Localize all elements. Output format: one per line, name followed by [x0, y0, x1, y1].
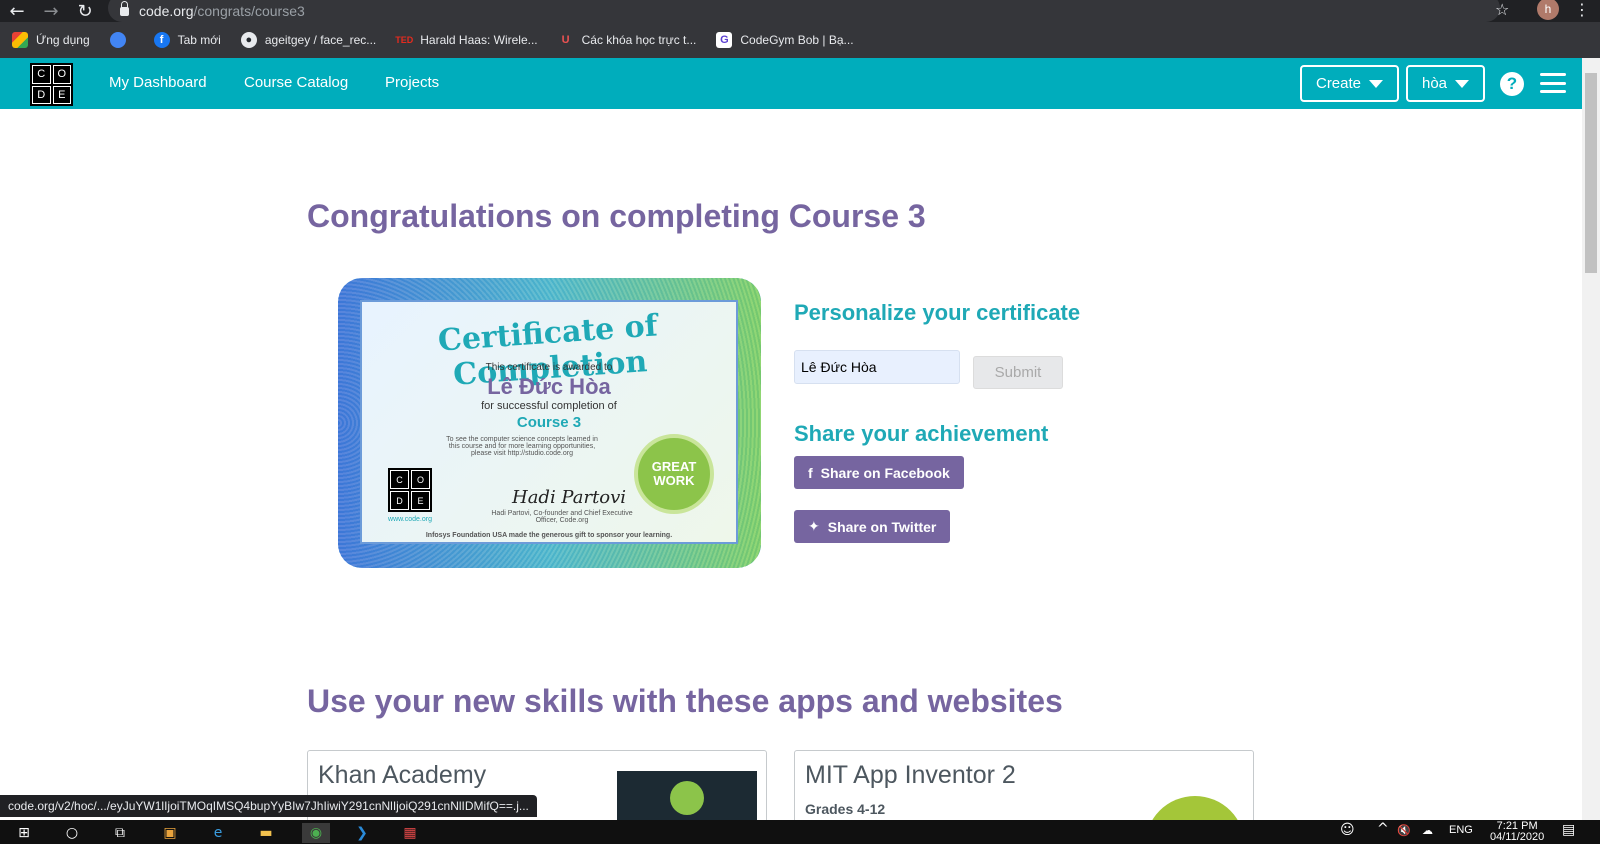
browser-menu-icon[interactable]: ⋮ [1574, 0, 1590, 19]
app-card-khan-academy[interactable]: Khan Academy [307, 750, 767, 830]
bookmark-ted[interactable]: TED Harald Haas: Wirele... [395, 32, 537, 48]
nav-course-catalog[interactable]: Course Catalog [244, 74, 348, 91]
submit-button[interactable]: Submit [973, 356, 1063, 389]
great-work-badge: GREAT WORK [634, 434, 714, 514]
user-dropdown-button[interactable]: hòa [1406, 65, 1485, 102]
chevron-up-icon[interactable]: ^ [1377, 821, 1389, 837]
apps-heading: Use your new skills with these apps and … [307, 683, 1063, 719]
search-icon[interactable]: ○ [62, 823, 82, 843]
udemy-icon: U [561, 34, 570, 46]
browser-toolbar: ← → ↻ code.org/congrats/course3 ☆ h ⋮ [0, 0, 1600, 22]
windows-taskbar: ⊞ ○ ⧉ ▣ e ▬ ◉ ❯ ▦ ☺ ^ 🔇 ☁ ENG 7:21 PM 04… [0, 820, 1600, 844]
create-dropdown-button[interactable]: Create [1300, 65, 1399, 102]
link-status-bar: code.org/v2/hoc/.../eyJuYW1lIjoiTMOqIMSQ… [0, 795, 537, 817]
volume-muted-icon[interactable]: 🔇 [1397, 824, 1411, 837]
page-scrollbar[interactable] [1582, 58, 1600, 820]
certificate-signer: Hadi Partovi, Co-founder and Chief Execu… [491, 510, 633, 524]
github-icon: ● [240, 32, 257, 48]
certificate-image: Certificate of Completion This certifica… [338, 278, 761, 568]
bookmark-apps[interactable]: Ứng dụng [12, 32, 90, 48]
bookmark-web-store[interactable] [109, 32, 134, 48]
certificate-info-text: To see the computer science concepts lea… [446, 436, 598, 457]
clock[interactable]: 7:21 PM 04/11/2020 [1490, 821, 1544, 843]
nav-my-dashboard[interactable]: My Dashboard [109, 74, 207, 91]
store-icon[interactable]: ▣ [160, 823, 180, 843]
certificate-sponsor: Infosys Foundation USA made the generous… [425, 532, 673, 539]
bookmark-tab-moi[interactable]: f Tab mới [153, 32, 221, 48]
bookmarks-bar: Ứng dụng f Tab mới ● ageitgey / face_rec… [0, 22, 1600, 58]
forward-arrow-icon[interactable]: → [34, 0, 68, 22]
ted-icon: TED [395, 35, 414, 45]
url-text: code.org/congrats/course3 [139, 3, 305, 19]
file-explorer-icon[interactable]: ▬ [256, 823, 276, 843]
facebook-icon: f [808, 464, 813, 481]
share-heading: Share your achievement [794, 421, 1049, 446]
hamburger-menu-icon[interactable] [1540, 73, 1566, 93]
facebook-icon: f [153, 32, 170, 48]
lock-icon [120, 0, 129, 16]
onedrive-icon[interactable]: ☁ [1422, 824, 1433, 837]
language-indicator[interactable]: ENG [1449, 824, 1473, 836]
notifications-icon[interactable]: ▤ [1562, 822, 1575, 838]
share-twitter-button[interactable]: ✦ Share on Twitter [794, 510, 951, 543]
certificate-awarded-text: This certificate is awarded to [485, 362, 613, 373]
site-header: C O D E My Dashboard Course Catalog Proj… [0, 58, 1582, 109]
bookmark-github[interactable]: ● ageitgey / face_rec... [240, 32, 376, 48]
app-card-mit-app-inventor[interactable]: MIT App Inventor 2 Grades 4-12 [794, 750, 1254, 830]
certificate-body: Certificate of Completion This certifica… [360, 300, 738, 544]
scrollbar-thumb[interactable] [1585, 73, 1597, 273]
apps-grid-icon [12, 32, 28, 48]
caret-down-icon [1369, 79, 1384, 88]
bookmark-udemy[interactable]: U Các khóa học trực t... [558, 32, 697, 48]
certificate-website: www.code.org [388, 516, 432, 523]
people-icon[interactable]: ☺ [1340, 822, 1355, 838]
bookmark-star-icon[interactable]: ☆ [1495, 0, 1509, 19]
code-org-logo[interactable]: C O D E [30, 63, 73, 106]
nav-projects[interactable]: Projects [385, 74, 439, 91]
certificate-name-input[interactable] [794, 350, 960, 384]
card-title: Khan Academy [318, 761, 487, 789]
vscode-icon[interactable]: ❯ [352, 823, 372, 843]
profile-avatar[interactable]: h [1537, 0, 1559, 20]
certificate-course: Course 3 [516, 414, 582, 431]
caret-down-icon [1455, 79, 1470, 88]
personalize-heading: Personalize your certificate [794, 300, 1081, 325]
twitter-icon: ✦ [808, 518, 820, 535]
bookmark-codegym[interactable]: G CodeGym Bob | Bạ... [716, 32, 854, 48]
reload-icon[interactable]: ↻ [68, 0, 102, 22]
chrome-web-store-icon [109, 32, 126, 48]
card-title: MIT App Inventor 2 [805, 761, 1016, 789]
back-arrow-icon[interactable]: ← [0, 0, 34, 22]
app-icon[interactable]: ▦ [400, 823, 420, 843]
card-grades: Grades 4-12 [805, 801, 886, 817]
certificate-name: Lê Đức Hòa [487, 374, 611, 399]
chrome-icon[interactable]: ◉ [302, 823, 330, 843]
address-bar[interactable]: code.org/congrats/course3 [108, 0, 1500, 22]
signature: Hadi Partovi [512, 487, 627, 508]
codegym-icon: G [716, 32, 733, 48]
certificate-code-logo: C O D E [388, 468, 432, 512]
page-title: Congratulations on completing Course 3 [307, 198, 926, 234]
edge-icon[interactable]: e [208, 823, 228, 843]
share-facebook-button[interactable]: f Share on Facebook [794, 456, 964, 489]
task-view-icon[interactable]: ⧉ [110, 823, 130, 843]
windows-start-icon[interactable]: ⊞ [14, 823, 34, 843]
certificate-completion-text: for successful completion of [481, 400, 617, 412]
help-icon[interactable]: ? [1500, 72, 1524, 96]
